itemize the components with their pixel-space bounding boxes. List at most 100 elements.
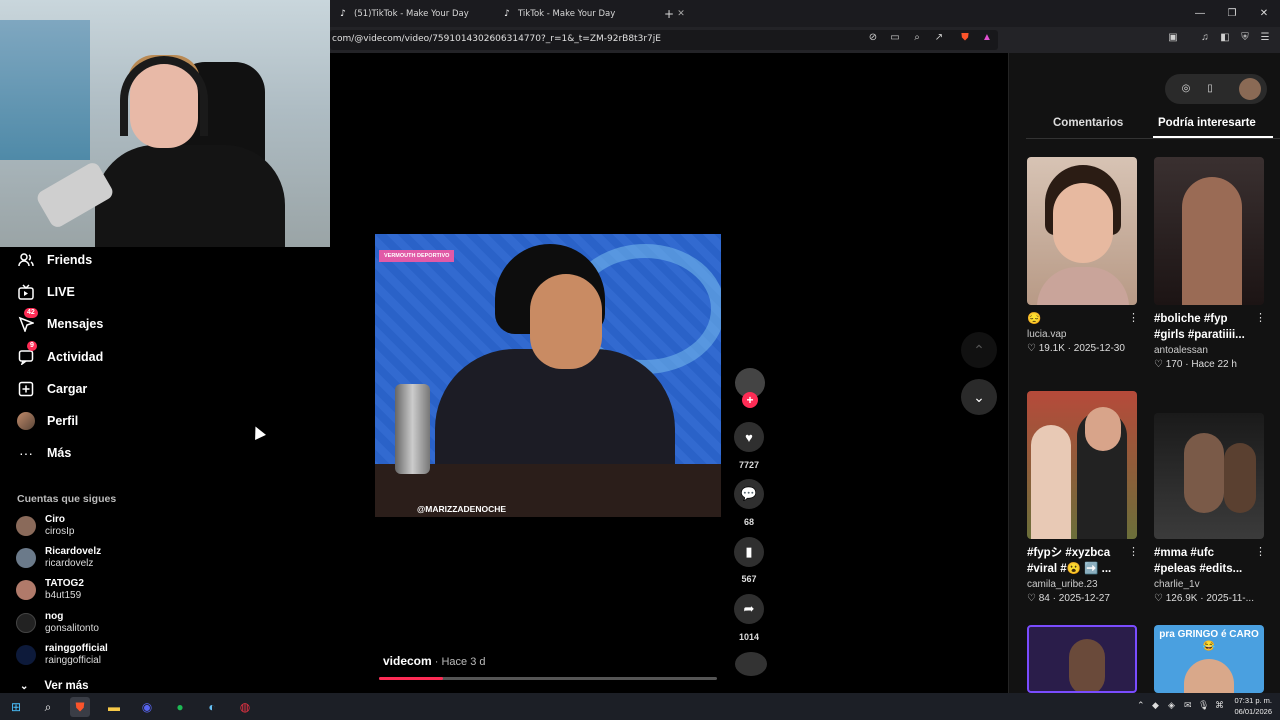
tracking-icon[interactable]: ⊘: [866, 31, 880, 45]
close-window-icon[interactable]: ✕: [1248, 0, 1280, 27]
suggested-video-card[interactable]: #fypシ #xyzbca #viral #😮 ➡️ ... ⋮ camila_…: [1027, 391, 1139, 604]
account-username: cirosIp: [45, 526, 75, 537]
card-username[interactable]: antoalessan: [1154, 345, 1266, 356]
card-username[interactable]: camila_uribe.23: [1027, 579, 1139, 590]
more-options-icon[interactable]: ⋮: [1128, 311, 1139, 324]
tray-app-icon[interactable]: ✉: [1184, 700, 1192, 711]
wifi-icon[interactable]: ⌘: [1215, 700, 1224, 711]
profile-icon: [17, 412, 35, 430]
video-player[interactable]: VERMOUTH DEPORTIVO @MARIZZADENOCHE: [375, 234, 721, 517]
card-username[interactable]: lucia.vap: [1027, 329, 1139, 340]
sidebar-item-label: Friends: [47, 253, 93, 267]
tab-comments[interactable]: Comentarios: [1053, 117, 1123, 129]
minimize-icon[interactable]: —: [1184, 0, 1216, 27]
phone-icon[interactable]: ▯: [1203, 82, 1217, 96]
steam-icon[interactable]: ◐: [202, 697, 222, 717]
video-watermark: @MARIZZADENOCHE: [417, 504, 507, 514]
zoom-icon[interactable]: ⌕: [910, 31, 924, 45]
sidebar-item-upload[interactable]: Cargar: [17, 377, 87, 401]
restore-icon[interactable]: ❐: [1216, 0, 1248, 27]
tray-app-icon[interactable]: ◆: [1152, 700, 1159, 711]
card-date: Hace 22 h: [1191, 359, 1237, 370]
suggested-video-card[interactable]: pra GRINGO é CARO 😂: [1154, 625, 1266, 693]
followed-account[interactable]: Ciro cirosIp: [16, 512, 74, 540]
next-video-button[interactable]: ⌄: [961, 379, 997, 415]
suggested-video-card[interactable]: [1027, 625, 1139, 693]
tiktok-icon: ♪: [504, 9, 510, 19]
windows-start-icon[interactable]: ⊞: [6, 697, 26, 717]
suggested-video-card[interactable]: #mma #ufc #peleas #edits... ⋮ charlie_1v…: [1154, 391, 1266, 604]
comment-button[interactable]: 💬: [734, 479, 764, 509]
like-button[interactable]: ♥: [734, 422, 764, 452]
card-stats: ♡ 126.9K · 2025-11-...: [1154, 593, 1254, 604]
previous-video-button[interactable]: ⌃: [961, 332, 997, 368]
window-controls: — ❐ ✕: [1184, 0, 1280, 27]
browser-tab-2[interactable]: ♪ TikTok - Make Your Day ✕: [502, 4, 685, 24]
share-count: 1014: [738, 632, 760, 642]
followed-account[interactable]: rainggofficial rainggofficial: [16, 641, 108, 669]
video-thumbnail[interactable]: [1154, 157, 1264, 305]
avatar[interactable]: [1239, 78, 1261, 100]
compass-icon[interactable]: ◎: [1179, 82, 1193, 96]
bookmark-icon: ▮: [745, 544, 753, 559]
tab-might-interest[interactable]: Podría interesarte: [1158, 117, 1256, 129]
video-thumbnail[interactable]: [1027, 391, 1137, 539]
spotify-icon[interactable]: ●: [170, 697, 190, 717]
close-tab-icon[interactable]: ✕: [677, 9, 685, 19]
rewards-icon[interactable]: ▲: [980, 31, 994, 45]
brave-shield-icon[interactable]: ⛊: [958, 31, 972, 45]
followed-account[interactable]: TATOG2 b4ut159: [16, 576, 84, 604]
followed-account[interactable]: Ricardovelz ricardovelz: [16, 544, 101, 572]
sound-disc-icon[interactable]: [735, 652, 767, 676]
video-thumbnail[interactable]: [1027, 625, 1137, 693]
card-title-line1: #fypシ #xyzbca: [1027, 547, 1111, 559]
save-button[interactable]: ▮: [734, 537, 764, 567]
reader-icon[interactable]: ▣: [1166, 31, 1180, 45]
card-date: 2025-11-...: [1206, 593, 1254, 604]
more-options-icon[interactable]: ⋮: [1255, 545, 1266, 558]
new-tab-button[interactable]: +: [664, 4, 674, 24]
sidebar-item-live[interactable]: LIVE: [17, 280, 75, 304]
follow-button[interactable]: +: [742, 392, 758, 408]
account-username: rainggofficial: [45, 655, 101, 666]
menu-icon[interactable]: ☰: [1258, 31, 1272, 45]
chevron-down-icon: ⌄: [20, 680, 29, 692]
card-username[interactable]: charlie_1v: [1154, 579, 1266, 590]
sidebar-item-profile[interactable]: Perfil: [17, 409, 78, 433]
more-options-icon[interactable]: ⋮: [1255, 311, 1266, 324]
tray-app-icon[interactable]: ◈: [1168, 700, 1175, 711]
sidebar-item-messages[interactable]: 42 Mensajes: [17, 308, 103, 336]
video-thumbnail[interactable]: pra GRINGO é CARO 😂: [1154, 625, 1264, 693]
tray-overflow-icon[interactable]: ⌃: [1137, 700, 1145, 711]
share-button[interactable]: ➦: [734, 594, 764, 624]
search-icon[interactable]: ⌕: [38, 697, 58, 717]
video-thumbnail[interactable]: [1027, 157, 1137, 305]
see-more-button[interactable]: ⌄ Ver más: [20, 680, 89, 692]
clock[interactable]: 07:31 p. m. 06/01/2026: [1234, 695, 1272, 717]
followed-account[interactable]: nog gonsalitonto: [16, 609, 99, 637]
video-progress-bar[interactable]: [379, 677, 717, 680]
media-icon[interactable]: ♫: [1198, 31, 1212, 45]
card-date: 2025-12-27: [1058, 593, 1110, 604]
sidebar-toggle-icon[interactable]: ◧: [1218, 31, 1232, 45]
cast-icon[interactable]: ▭: [888, 31, 902, 45]
sidebar-item-activity[interactable]: 9 Actividad: [17, 341, 103, 369]
suggested-video-card[interactable]: #boliche #fyp #girls #paratiiii... ⋮ ant…: [1154, 157, 1266, 370]
mouse-cursor: [250, 424, 266, 440]
suggested-video-card[interactable]: 😔 ⋮ lucia.vap ♡ 19.1K · 2025-12-30: [1027, 157, 1139, 354]
app-icon[interactable]: ◍: [235, 697, 255, 717]
sidebar-item-more[interactable]: ··· Más: [17, 441, 71, 465]
video-thumbnail[interactable]: [1154, 413, 1264, 539]
browser-tab-1[interactable]: ♪ (51)TikTok - Make Your Day: [338, 4, 469, 24]
video-author[interactable]: videcom: [383, 654, 432, 668]
brave-icon[interactable]: ⛊: [70, 697, 90, 717]
share-icon[interactable]: ↗: [932, 31, 946, 45]
microphone-icon[interactable]: 🎙: [1198, 700, 1209, 711]
account-username: ricardovelz: [45, 558, 94, 569]
discord-icon[interactable]: ◉: [137, 697, 157, 717]
file-explorer-icon[interactable]: ▬: [104, 697, 124, 717]
vpn-icon[interactable]: ⛨: [1238, 31, 1252, 45]
sidebar-item-friends[interactable]: Friends: [17, 248, 92, 272]
tab-title: (51)TikTok - Make Your Day: [354, 9, 469, 19]
more-options-icon[interactable]: ⋮: [1128, 545, 1139, 558]
